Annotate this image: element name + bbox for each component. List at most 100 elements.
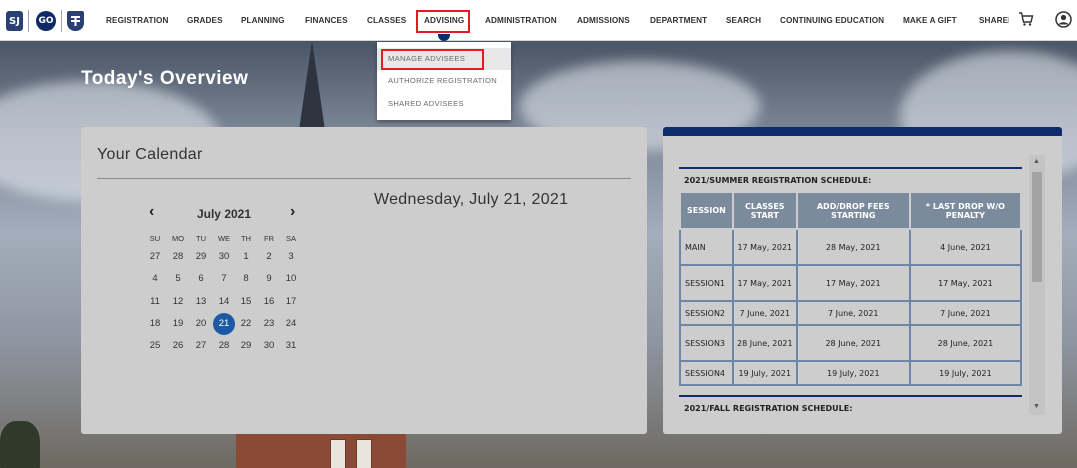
nav-grades[interactable]: GRADES xyxy=(187,16,223,25)
shield-logo-icon[interactable] xyxy=(67,11,84,31)
summer-schedule-table: SESSION CLASSES START ADD/DROP FEES STAR… xyxy=(679,191,1023,386)
page-title: Today's Overview xyxy=(81,68,249,89)
calendar-title: Your Calendar xyxy=(97,146,203,163)
nav-admissions[interactable]: ADMISSIONS xyxy=(577,16,630,25)
calendar-day[interactable]: 17 xyxy=(280,291,302,313)
nav-registration[interactable]: REGISTRATION xyxy=(106,16,168,25)
table-cell: 28 June, 2021 xyxy=(731,324,798,362)
calendar-day[interactable]: 8 xyxy=(235,268,257,290)
prev-month-icon[interactable]: ‹ xyxy=(149,203,154,221)
scroll-up-icon[interactable]: ▲ xyxy=(1033,158,1040,165)
calendar-day[interactable]: 27 xyxy=(190,335,212,357)
calendar-day[interactable]: 2 xyxy=(258,246,280,268)
column-header: CLASSES START xyxy=(731,191,798,230)
nav-administration[interactable]: ADMINISTRATION xyxy=(485,16,557,25)
nav-make-a-gift[interactable]: MAKE A GIFT xyxy=(903,16,957,25)
calendar-day[interactable]: 23 xyxy=(258,313,280,335)
weekday-label: FR xyxy=(264,234,274,243)
calendar-day[interactable]: 14 xyxy=(213,291,235,313)
table-cell: SESSION1 xyxy=(679,264,734,302)
calendar-day[interactable]: 5 xyxy=(167,268,189,290)
calendar-day[interactable]: 31 xyxy=(280,335,302,357)
calendar-day[interactable]: 13 xyxy=(190,291,212,313)
sj-logo-icon[interactable]: SJ xyxy=(6,11,23,31)
calendar-day[interactable]: 3 xyxy=(280,246,302,268)
calendar-day[interactable]: 30 xyxy=(258,335,280,357)
calendar-day[interactable]: 22 xyxy=(235,313,257,335)
weekday-label: SA xyxy=(285,234,296,243)
nav-planning[interactable]: PLANNING xyxy=(241,16,285,25)
weekday-label: TH xyxy=(241,234,251,243)
calendar-day[interactable]: 29 xyxy=(235,335,257,357)
next-month-icon[interactable]: › xyxy=(290,203,295,221)
nav-continuing-education[interactable]: CONTINUING EDUCATION xyxy=(780,16,884,25)
table-row: SESSION4 19 July, 2021 19 July, 2021 19 … xyxy=(679,360,1023,386)
table-cell: 28 May, 2021 xyxy=(795,228,911,266)
table-cell: 17 May, 2021 xyxy=(731,264,798,302)
calendar-day[interactable]: 27 xyxy=(144,246,166,268)
table-cell: 28 June, 2021 xyxy=(795,324,911,362)
user-icon[interactable] xyxy=(1055,11,1072,33)
registration-schedule-card: 2021/SUMMER REGISTRATION SCHEDULE: SESSI… xyxy=(663,127,1062,434)
calendar-day[interactable]: 10 xyxy=(280,268,302,290)
calendar-card: Your Calendar ‹ July 2021 › SU MO TU WE TH FR… xyxy=(81,127,647,434)
weekday-label: SU xyxy=(149,234,161,243)
calendar-day[interactable]: 25 xyxy=(144,335,166,357)
schedule-scrollbar[interactable]: ▲ ▼ xyxy=(1029,155,1045,415)
menu-item-shared-advisees[interactable]: SHARED ADVISEES xyxy=(377,93,511,115)
table-row: SESSION3 28 June, 2021 28 June, 2021 28 … xyxy=(679,324,1023,362)
nav-classes[interactable]: CLASSES xyxy=(367,16,406,25)
calendar-day[interactable]: 15 xyxy=(235,291,257,313)
calendar-day[interactable]: 30 xyxy=(213,246,235,268)
calendar-day[interactable]: 6 xyxy=(190,268,212,290)
summer-schedule-title: 2021/SUMMER REGISTRATION SCHEDULE: xyxy=(679,167,1022,189)
calendar-day[interactable]: 11 xyxy=(144,291,166,313)
calendar-day[interactable]: 16 xyxy=(258,291,280,313)
calendar-day-selected[interactable]: 21 xyxy=(213,312,235,335)
table-cell: 4 June, 2021 xyxy=(908,228,1023,266)
calendar-day[interactable]: 19 xyxy=(167,313,189,335)
table-cell: SESSION4 xyxy=(679,360,734,386)
table-cell: 28 June, 2021 xyxy=(908,324,1023,362)
nav-search[interactable]: SEARCH xyxy=(726,16,761,25)
table-cell: 7 June, 2021 xyxy=(908,300,1023,326)
calendar-day[interactable]: 28 xyxy=(167,246,189,268)
calendar-day[interactable]: 7 xyxy=(213,268,235,290)
calendar-day[interactable]: 1 xyxy=(235,246,257,268)
calendar-day[interactable]: 24 xyxy=(280,313,302,335)
calendar-day[interactable]: 4 xyxy=(144,268,166,290)
calendar-day[interactable]: 28 xyxy=(213,335,235,357)
table-cell: 19 July, 2021 xyxy=(908,360,1023,386)
table-row: MAIN 17 May, 2021 28 May, 2021 4 June, 2… xyxy=(679,228,1023,266)
scroll-down-icon[interactable]: ▼ xyxy=(1033,403,1040,410)
advising-highlight-box xyxy=(416,10,470,33)
fall-schedule-title: 2021/FALL REGISTRATION SCHEDULE: xyxy=(679,395,1022,417)
calendar-day[interactable]: 18 xyxy=(144,313,166,335)
nav-department[interactable]: DEPARTMENT xyxy=(650,16,707,25)
calendar-day[interactable]: 9 xyxy=(258,268,280,290)
table-row: SESSION2 7 June, 2021 7 June, 2021 7 Jun… xyxy=(679,300,1023,326)
nav-finances[interactable]: FINANCES xyxy=(305,16,348,25)
table-cell: 7 June, 2021 xyxy=(731,300,798,326)
calendar-day[interactable]: 20 xyxy=(190,313,212,335)
table-cell: 19 July, 2021 xyxy=(731,360,798,386)
table-cell: 17 May, 2021 xyxy=(908,264,1023,302)
table-cell: SESSION2 xyxy=(679,300,734,326)
column-header: ADD/DROP FEES STARTING xyxy=(795,191,911,230)
calendar-day[interactable]: 29 xyxy=(190,246,212,268)
go-logo-icon[interactable]: GO xyxy=(36,11,56,31)
cart-icon[interactable] xyxy=(1018,11,1034,32)
table-cell: 7 June, 2021 xyxy=(795,300,911,326)
table-cell: 19 July, 2021 xyxy=(795,360,911,386)
menu-item-authorize-registration[interactable]: AUTHORIZE REGISTRATION xyxy=(377,70,511,92)
brick-building xyxy=(236,433,406,468)
calendar-day[interactable]: 26 xyxy=(167,335,189,357)
calendar-month-label: July 2021 xyxy=(196,207,252,221)
nav-shared[interactable]: SHAREI xyxy=(979,16,1009,25)
calendar-day[interactable]: 12 xyxy=(167,291,189,313)
active-indicator xyxy=(438,34,450,41)
table-cell: SESSION3 xyxy=(679,324,734,362)
tree xyxy=(0,421,40,468)
divider xyxy=(97,178,631,179)
scrollbar-thumb[interactable] xyxy=(1032,172,1042,282)
